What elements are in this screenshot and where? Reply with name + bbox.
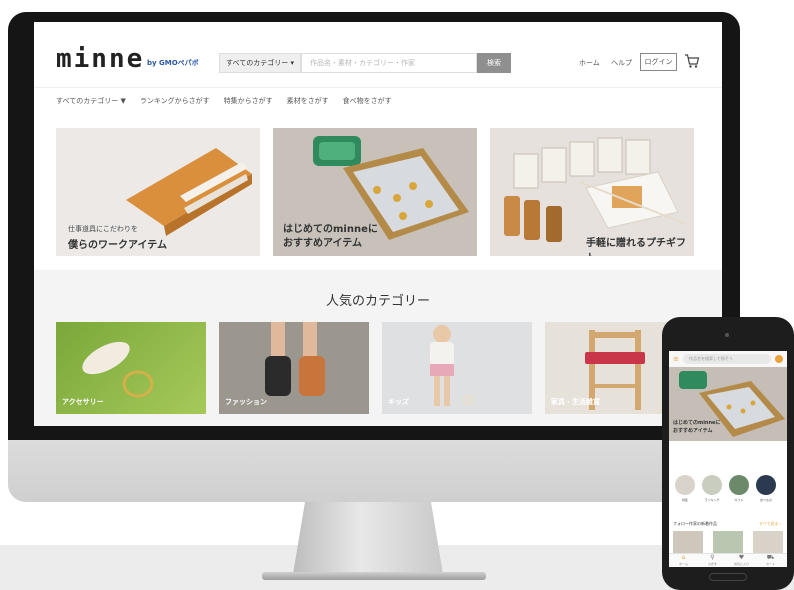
banner-work-subcaption: 仕事道具にこだわりを xyxy=(68,225,138,233)
imac-monitor: minne by GMOペパボ すべてのカテゴリー ▾ 作品名・素材・カテゴリー… xyxy=(8,12,740,502)
banner-first-minne[interactable]: はじめてのminneに おすすめアイテム xyxy=(273,128,477,256)
category-select[interactable]: すべてのカテゴリー ▾ xyxy=(219,53,301,73)
nav-home-link[interactable]: ホーム xyxy=(579,58,600,68)
imac-chin xyxy=(8,440,740,502)
phone-screen: ≡ 作品名を検索して探そう はじめてのminneに おすすめアイテム 特集 ラン… xyxy=(669,351,787,567)
category-card-fashion[interactable]: ファッション xyxy=(219,322,369,414)
shortcut-label: 食べもの xyxy=(759,498,772,502)
tab-favorites[interactable]: ♥ お気に入り xyxy=(727,554,756,566)
tab-label: お気に入り xyxy=(733,562,749,566)
site-logo[interactable]: minne xyxy=(56,44,144,74)
header-divider xyxy=(34,87,722,88)
follow-more-link[interactable]: すべて見る › xyxy=(759,521,781,527)
banner-petit-gift[interactable]: 手軽に贈れるプチギフト xyxy=(490,128,694,256)
category-card-accessories[interactable]: アクセサリー xyxy=(56,322,206,414)
login-button[interactable]: ログイン xyxy=(640,53,677,71)
follow-item-thumb[interactable] xyxy=(753,531,783,553)
shortcut-gift[interactable] xyxy=(729,475,749,495)
heart-icon: ♥ xyxy=(738,554,745,561)
nav-help-link[interactable]: ヘルプ xyxy=(611,58,632,68)
phone-hero-caption-line1: はじめてのminneに xyxy=(673,420,721,426)
shortcut-label: ギフト xyxy=(734,498,744,502)
category-label-kids: キッズ xyxy=(388,398,409,406)
user-icon[interactable] xyxy=(775,355,783,363)
follow-section-title: フォロー作家の新着作品 xyxy=(673,521,717,526)
shortcut-label: 特集 xyxy=(681,498,688,502)
sub-navigation: すべてのカテゴリー ▼ ランキングからさがす 特集からさがす 素材をさがす 食べ… xyxy=(56,96,392,108)
phone-tab-bar: ⌂ ホーム ⚲ さがす ♥ お気に入り ⛟ カート xyxy=(669,553,787,567)
tab-label: さがす xyxy=(707,562,717,566)
subnav-features[interactable]: 特集からさがす xyxy=(224,96,273,108)
category-card-kids[interactable]: キッズ xyxy=(382,322,532,414)
menu-icon[interactable]: ≡ xyxy=(673,355,679,363)
shortcut-features[interactable] xyxy=(675,475,695,495)
search-button[interactable]: 検索 xyxy=(477,53,511,73)
shortcut-food[interactable] xyxy=(756,475,776,495)
search-input[interactable]: 作品名・素材・カテゴリー・作家 xyxy=(301,53,477,73)
banner-work-caption: 僕らのワークアイテム xyxy=(68,240,167,251)
shortcut-ranking[interactable] xyxy=(702,475,722,495)
tab-search[interactable]: ⚲ さがす xyxy=(698,554,727,566)
subnav-ranking[interactable]: ランキングからさがす xyxy=(140,96,210,108)
cart-icon[interactable] xyxy=(684,53,700,69)
phone-home-button[interactable] xyxy=(709,573,747,581)
follow-item-thumb[interactable] xyxy=(673,531,703,553)
desktop-screen: minne by GMOペパボ すべてのカテゴリー ▾ 作品名・素材・カテゴリー… xyxy=(34,22,722,426)
banner-gift-caption: 手軽に贈れるプチギフト xyxy=(586,238,686,256)
popular-categories-title: 人気のカテゴリー xyxy=(325,294,430,309)
phone-top-bar: ≡ 作品名を検索して探そう xyxy=(669,351,787,367)
device-mockup-scene: minne by GMOペパボ すべてのカテゴリー ▾ 作品名・素材・カテゴリー… xyxy=(0,0,794,590)
subnav-food[interactable]: 食べ物をさがす xyxy=(343,96,392,108)
subnav-materials[interactable]: 素材をさがす xyxy=(287,96,329,108)
cart-icon: ⛟ xyxy=(766,554,775,561)
imac-stand xyxy=(293,502,443,574)
home-icon: ⌂ xyxy=(681,554,686,561)
banner-work-items[interactable]: 仕事道具にこだわりを 僕らのワークアイテム xyxy=(56,128,260,256)
banner-first-caption-line1: はじめてのminneに xyxy=(283,224,378,235)
tab-cart[interactable]: ⛟ カート xyxy=(756,554,785,566)
subnav-all-categories[interactable]: すべてのカテゴリー ▼ xyxy=(56,96,126,108)
search-icon: ⚲ xyxy=(710,554,715,561)
banner-first-caption-line2: おすすめアイテム xyxy=(283,238,362,249)
logo-sub-brand: by GMOペパボ xyxy=(147,59,199,67)
phone-camera xyxy=(725,333,729,337)
category-label-accessories: アクセサリー xyxy=(62,398,104,406)
category-label-furniture: 家具・生活雑貨 xyxy=(551,398,600,406)
category-label-fashion: ファッション xyxy=(225,398,267,406)
smartphone: ≡ 作品名を検索して探そう はじめてのminneに おすすめアイテム 特集 ラン… xyxy=(662,317,794,590)
shortcut-label: ランキング xyxy=(704,498,720,502)
tab-home[interactable]: ⌂ ホーム xyxy=(669,554,698,566)
imac-stand-foot xyxy=(262,572,486,580)
tab-label: ホーム xyxy=(679,562,688,566)
site-header: minne by GMOペパボ すべてのカテゴリー ▾ 作品名・素材・カテゴリー… xyxy=(34,22,722,84)
phone-search-input[interactable]: 作品名を検索して探そう xyxy=(683,354,771,364)
follow-item-thumb[interactable] xyxy=(713,531,743,553)
tab-label: カート xyxy=(765,562,775,566)
phone-hero-caption: はじめてのminneに おすすめアイテム xyxy=(673,419,720,435)
phone-hero-caption-line2: おすすめアイテム xyxy=(673,428,713,434)
